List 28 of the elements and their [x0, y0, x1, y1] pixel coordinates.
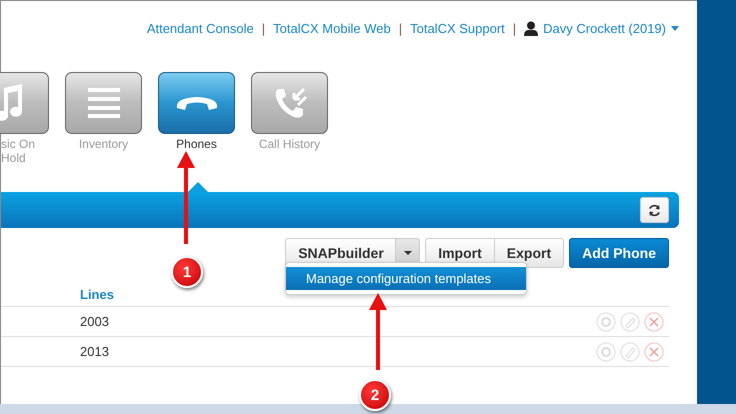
close-icon[interactable]	[644, 312, 664, 332]
close-icon[interactable]	[644, 342, 664, 362]
app-tile[interactable]	[251, 72, 328, 134]
add-phone-button[interactable]: Add Phone	[569, 238, 669, 268]
toolbar-button[interactable]: Export	[494, 238, 564, 268]
user-menu[interactable]: Davy Crockett (2019)	[543, 20, 666, 36]
header-link[interactable]: Attendant Console	[146, 20, 254, 36]
header-link[interactable]: TotalCX Mobile Web	[273, 20, 391, 36]
header-link[interactable]: TotalCX Support	[410, 20, 505, 36]
column-header[interactable]: Lines	[80, 287, 114, 302]
table-cell-text: 2013	[80, 344, 110, 359]
tile-label: sic On Hold	[1, 137, 36, 165]
table-cell-text: 2003	[80, 314, 110, 329]
user-icon	[524, 20, 538, 36]
tile-label: Phones	[176, 137, 217, 151]
phone-handset-icon	[174, 94, 218, 112]
refresh-icon	[648, 204, 661, 216]
link-separator: |	[512, 20, 516, 36]
caret-icon	[671, 26, 679, 30]
app-tile[interactable]	[65, 72, 142, 134]
link-separator: |	[262, 20, 266, 36]
menu-item[interactable]: Manage configuration templates	[286, 267, 526, 290]
list-icon	[88, 88, 120, 118]
link-separator: |	[398, 20, 402, 36]
tile-label: Call History	[258, 137, 320, 151]
refresh-button[interactable]	[640, 197, 669, 223]
app-tile[interactable]	[158, 72, 235, 134]
tile-label: Inventory	[78, 137, 128, 151]
